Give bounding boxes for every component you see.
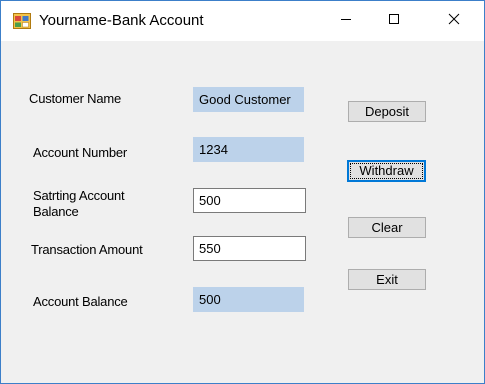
clear-button[interactable]: Clear	[348, 217, 426, 238]
app-form-icon	[13, 12, 31, 30]
maximize-button[interactable]	[371, 1, 417, 41]
window-title: Yourname-Bank Account	[39, 12, 204, 29]
account-balance-label: Account Balance	[33, 294, 128, 309]
deposit-button[interactable]: Deposit	[348, 101, 426, 122]
customer-name-field[interactable]: Good Customer	[193, 87, 304, 112]
close-icon	[448, 12, 460, 30]
app-window: Yourname-Bank Account Customer Name Good…	[0, 0, 485, 384]
account-number-label: Account Number	[33, 145, 128, 160]
minimize-icon	[340, 12, 352, 30]
starting-balance-label-line1: Satrting Account	[33, 188, 125, 203]
transaction-amount-input[interactable]: 550	[193, 236, 306, 261]
exit-button-label: Exit	[376, 272, 398, 287]
account-balance-field[interactable]: 500	[193, 287, 304, 312]
maximize-icon	[388, 12, 400, 30]
title-bar[interactable]: Yourname-Bank Account	[1, 1, 484, 41]
withdraw-button-label: Withdraw	[359, 163, 414, 178]
starting-balance-input[interactable]: 500	[193, 188, 306, 213]
minimize-button[interactable]	[323, 1, 369, 41]
deposit-button-label: Deposit	[364, 104, 410, 119]
form-client-area: Customer Name Good Customer Account Numb…	[1, 41, 484, 383]
clear-button-label: Clear	[371, 220, 403, 235]
exit-button[interactable]: Exit	[348, 269, 426, 290]
customer-name-label: Customer Name	[29, 91, 122, 106]
transaction-amount-label: Transaction Amount	[31, 242, 143, 257]
account-number-field[interactable]: 1234	[193, 137, 304, 162]
starting-balance-label-line2: Balance	[33, 204, 79, 219]
withdraw-button[interactable]: Withdraw	[347, 160, 426, 182]
close-button[interactable]	[431, 1, 477, 41]
